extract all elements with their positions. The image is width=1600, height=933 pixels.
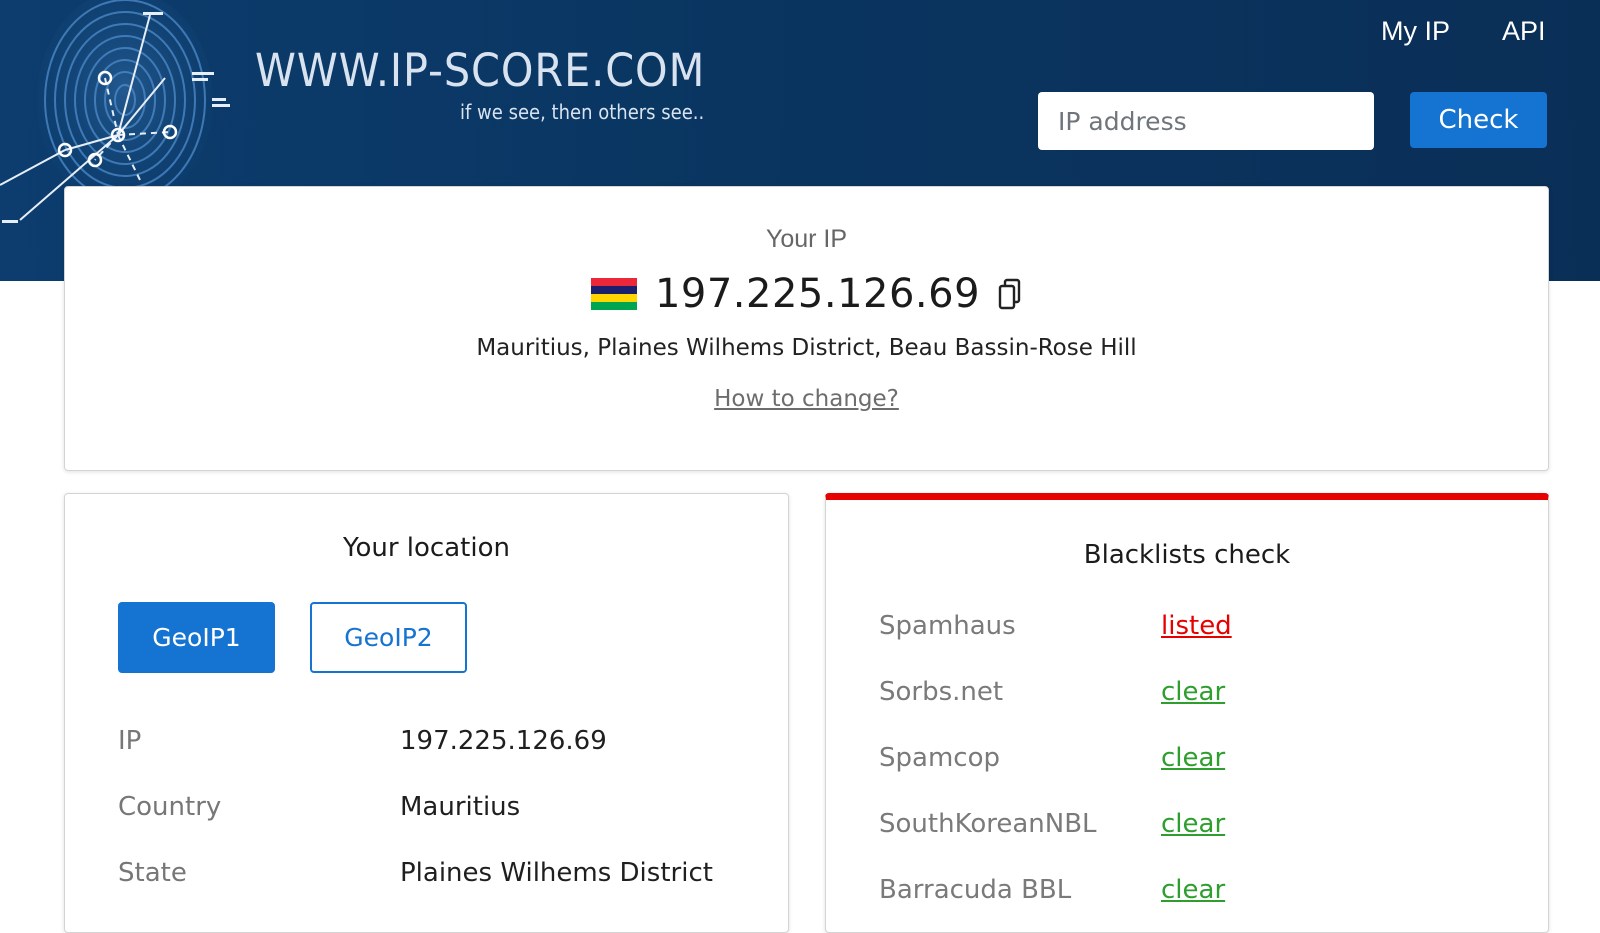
blacklist-name: Barracuda BBL (879, 875, 1072, 905)
site-tagline: if we see, then others see.. (460, 100, 705, 124)
location-row-ip: IP 197.225.126.69 (118, 726, 758, 766)
location-key: IP (118, 726, 142, 756)
blacklist-name: Spamcop (879, 743, 1000, 773)
flag-stripe-yellow (590, 294, 637, 302)
blacklist-row-sorbs: Sorbs.net clear (879, 677, 1499, 717)
geoip1-tab-button[interactable]: GeoIP1 (118, 602, 275, 673)
blacklist-row-barracuda: Barracuda BBL clear (879, 875, 1499, 915)
mauritius-flag-icon (590, 278, 637, 310)
flag-stripe-red (590, 278, 637, 286)
site-title[interactable]: WWW.IP-SCORE.COM (255, 44, 705, 97)
flag-stripe-green (590, 302, 637, 310)
copy-icon[interactable] (998, 278, 1022, 310)
ip-address-value: 197.225.126.69 (654, 271, 981, 317)
blacklist-status-link[interactable]: clear (1161, 809, 1225, 839)
blacklist-name: Spamhaus (879, 611, 1016, 641)
blacklist-row-southkoreannbl: SouthKoreanNBL clear (879, 809, 1499, 849)
ip-row: 197.225.126.69 (65, 269, 1548, 319)
blacklist-status-link[interactable]: clear (1161, 743, 1225, 773)
location-row-state: State Plaines Wilhems District (118, 858, 758, 898)
geoip2-tab-button[interactable]: GeoIP2 (310, 602, 467, 673)
location-value: Mauritius (400, 792, 521, 822)
blacklist-row-spamcop: Spamcop clear (879, 743, 1499, 783)
nav-my-ip-link[interactable]: My IP (1381, 16, 1450, 47)
nav-api-link[interactable]: API (1502, 16, 1546, 47)
your-ip-label: Your IP (765, 225, 848, 253)
your-ip-card: Your IP 197.225.126.69 Mauritius, Plaine… (64, 186, 1549, 471)
blacklist-name: SouthKoreanNBL (879, 809, 1097, 839)
flag-stripe-blue (590, 286, 637, 294)
how-to-change-link[interactable]: How to change? (65, 386, 1548, 412)
blacklist-status-link[interactable]: clear (1161, 875, 1225, 905)
location-value: Plaines Wilhems District (400, 858, 713, 888)
blacklist-status-link[interactable]: listed (1161, 611, 1232, 641)
location-key: Country (118, 792, 222, 822)
check-button[interactable]: Check (1410, 92, 1547, 148)
blacklists-check-card: Blacklists check Spamhaus listed Sorbs.n… (825, 493, 1549, 933)
blacklist-status-link[interactable]: clear (1161, 677, 1225, 707)
ip-address-input[interactable] (1038, 92, 1374, 150)
blacklist-row-spamhaus: Spamhaus listed (879, 611, 1499, 651)
blacklists-check-title: Blacklists check (1083, 540, 1291, 570)
blacklist-name: Sorbs.net (879, 677, 1004, 707)
location-key: State (118, 858, 187, 888)
location-row-country: Country Mauritius (118, 792, 758, 832)
your-location-card: Your location GeoIP1 GeoIP2 IP 197.225.1… (64, 493, 789, 933)
ip-location-text: Mauritius, Plaines Wilhems District, Bea… (476, 335, 1137, 361)
your-location-title: Your location (343, 533, 510, 563)
location-value: 197.225.126.69 (400, 726, 607, 756)
